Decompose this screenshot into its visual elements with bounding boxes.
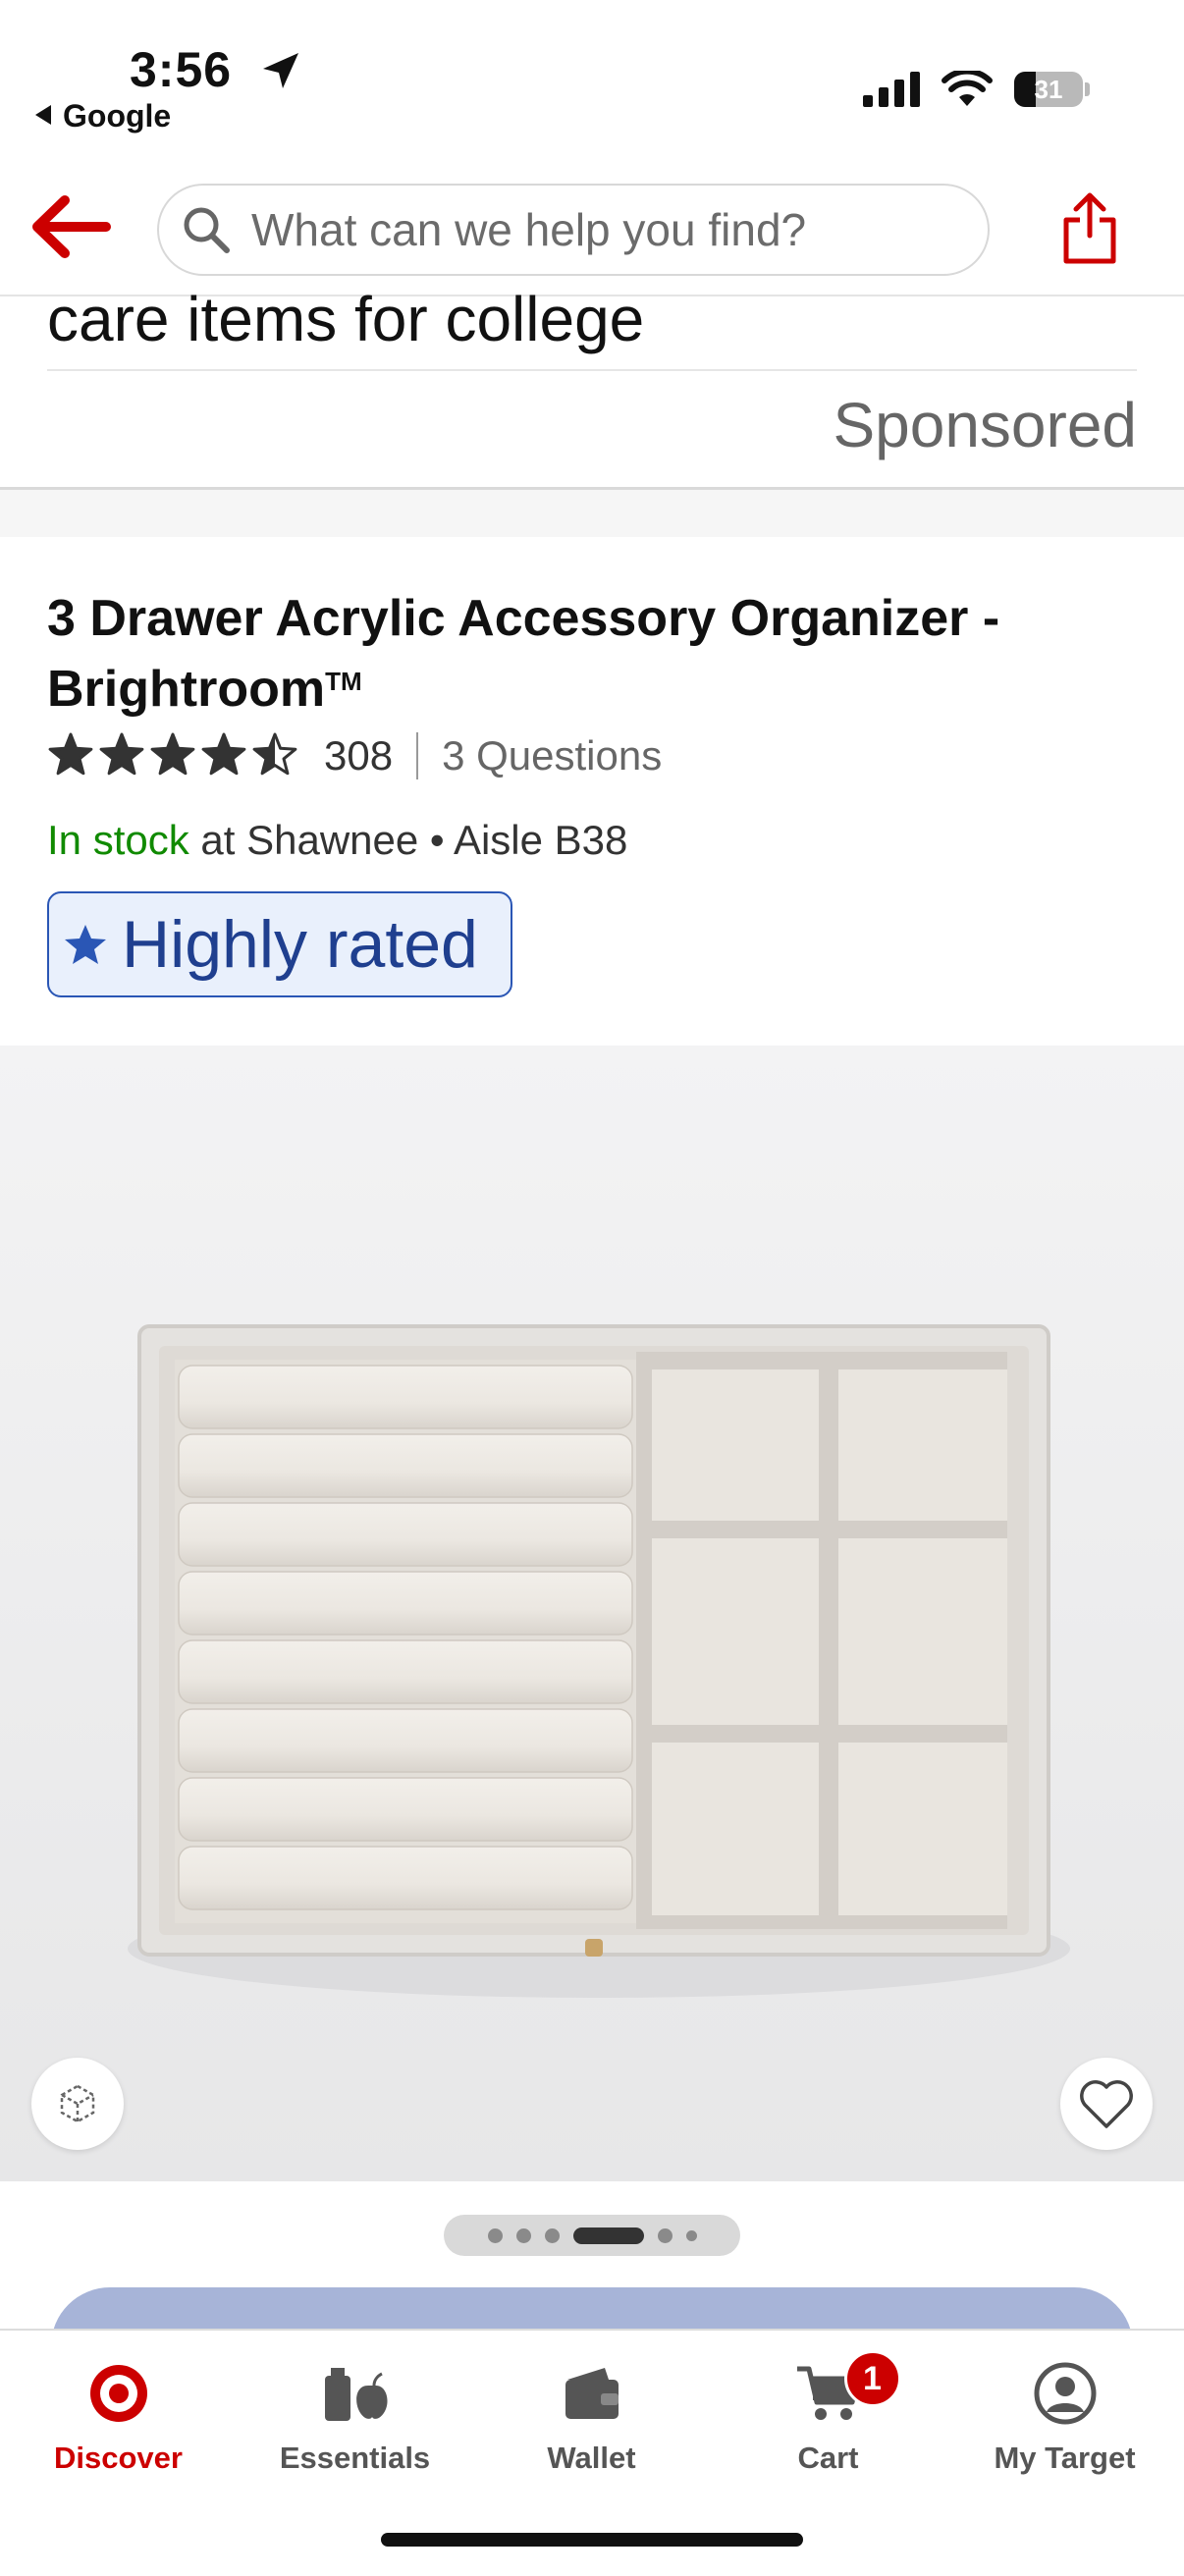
tab-label: Cart bbox=[797, 2441, 859, 2475]
home-indicator bbox=[381, 2533, 803, 2547]
heart-icon bbox=[1080, 2080, 1133, 2128]
target-bullseye-icon bbox=[89, 2365, 147, 2422]
status-time: 3:56 bbox=[130, 42, 233, 97]
battery-level: 31 bbox=[1034, 74, 1063, 104]
tab-label: Discover bbox=[54, 2441, 183, 2475]
star-icon bbox=[65, 925, 106, 964]
rating-star bbox=[150, 732, 195, 776]
signal-icon bbox=[863, 72, 920, 107]
tab-discover[interactable]: Discover bbox=[0, 2331, 237, 2478]
highly-rated-badge: Highly rated bbox=[47, 891, 512, 997]
search-icon bbox=[184, 207, 230, 253]
rating-row[interactable]: 308 3 Questions bbox=[47, 731, 662, 780]
in-stock-status: In stock bbox=[47, 817, 189, 863]
tab-essentials[interactable]: Essentials bbox=[237, 2331, 473, 2478]
status-icons: 31 bbox=[863, 71, 1090, 108]
jewelry-organizer-photo bbox=[128, 1324, 1070, 1998]
store-location: at Shawnee • Aisle B38 bbox=[188, 817, 628, 863]
share-icon[interactable] bbox=[1060, 190, 1119, 265]
back-to-app[interactable]: Google bbox=[35, 98, 171, 134]
ar-cube-icon bbox=[60, 2084, 95, 2123]
pagination-dot[interactable] bbox=[487, 2227, 503, 2243]
review-count: 308 bbox=[324, 732, 394, 778]
cart-count-badge: 1 bbox=[843, 2350, 901, 2407]
pagination-dot[interactable] bbox=[685, 2229, 697, 2241]
pagination-dot-active[interactable] bbox=[572, 2227, 644, 2244]
pagination-dot[interactable] bbox=[515, 2227, 531, 2243]
section-gap bbox=[0, 490, 1184, 537]
trademark-mark: TM bbox=[325, 667, 362, 696]
rating-star bbox=[48, 732, 93, 776]
tab-wallet[interactable]: Wallet bbox=[473, 2331, 710, 2478]
search-input[interactable]: What can we help you find? bbox=[157, 184, 990, 276]
view-in-3d-button[interactable] bbox=[31, 2058, 124, 2150]
location-arrow-icon bbox=[263, 53, 298, 88]
wifi-icon bbox=[942, 71, 993, 106]
tab-label: Essentials bbox=[279, 2441, 431, 2475]
rating-star bbox=[201, 732, 246, 776]
product-title-text: 3 Drawer Acrylic Accessory Organizer - B… bbox=[47, 590, 1000, 718]
product-image[interactable] bbox=[0, 1046, 1184, 2181]
essentials-icon bbox=[324, 2368, 388, 2421]
back-triangle-icon bbox=[35, 105, 51, 125]
previous-carousel-title: care items for college bbox=[47, 284, 645, 354]
search-placeholder: What can we help you find? bbox=[251, 204, 807, 255]
battery-tip bbox=[1085, 82, 1090, 96]
tab-my-target[interactable]: My Target bbox=[946, 2331, 1183, 2478]
pagination-dot[interactable] bbox=[544, 2227, 560, 2243]
account-icon bbox=[1034, 2362, 1096, 2425]
badge-label: Highly rated bbox=[122, 907, 478, 982]
stock-info[interactable]: In stock at Shawnee • Aisle B38 bbox=[47, 817, 627, 864]
star-rating bbox=[48, 732, 297, 776]
back-arrow-icon[interactable] bbox=[29, 192, 112, 261]
favorite-button[interactable] bbox=[1060, 2058, 1153, 2150]
tab-label: Wallet bbox=[547, 2441, 636, 2475]
divider bbox=[47, 369, 1137, 371]
battery-indicator: 31 bbox=[1014, 72, 1083, 107]
tab-cart[interactable]: 1 Cart bbox=[710, 2331, 946, 2478]
questions-link[interactable]: 3 Questions bbox=[442, 732, 662, 779]
rating-star bbox=[99, 732, 144, 776]
rating-separator bbox=[416, 732, 419, 779]
image-pagination-dots[interactable] bbox=[444, 2215, 740, 2256]
back-app-label: Google bbox=[63, 98, 172, 134]
wallet-icon bbox=[565, 2368, 619, 2419]
tab-label: My Target bbox=[994, 2441, 1136, 2475]
pagination-dot[interactable] bbox=[657, 2227, 673, 2243]
sponsored-label: Sponsored bbox=[833, 390, 1137, 460]
product-title: 3 Drawer Acrylic Accessory Organizer - B… bbox=[47, 587, 1127, 721]
